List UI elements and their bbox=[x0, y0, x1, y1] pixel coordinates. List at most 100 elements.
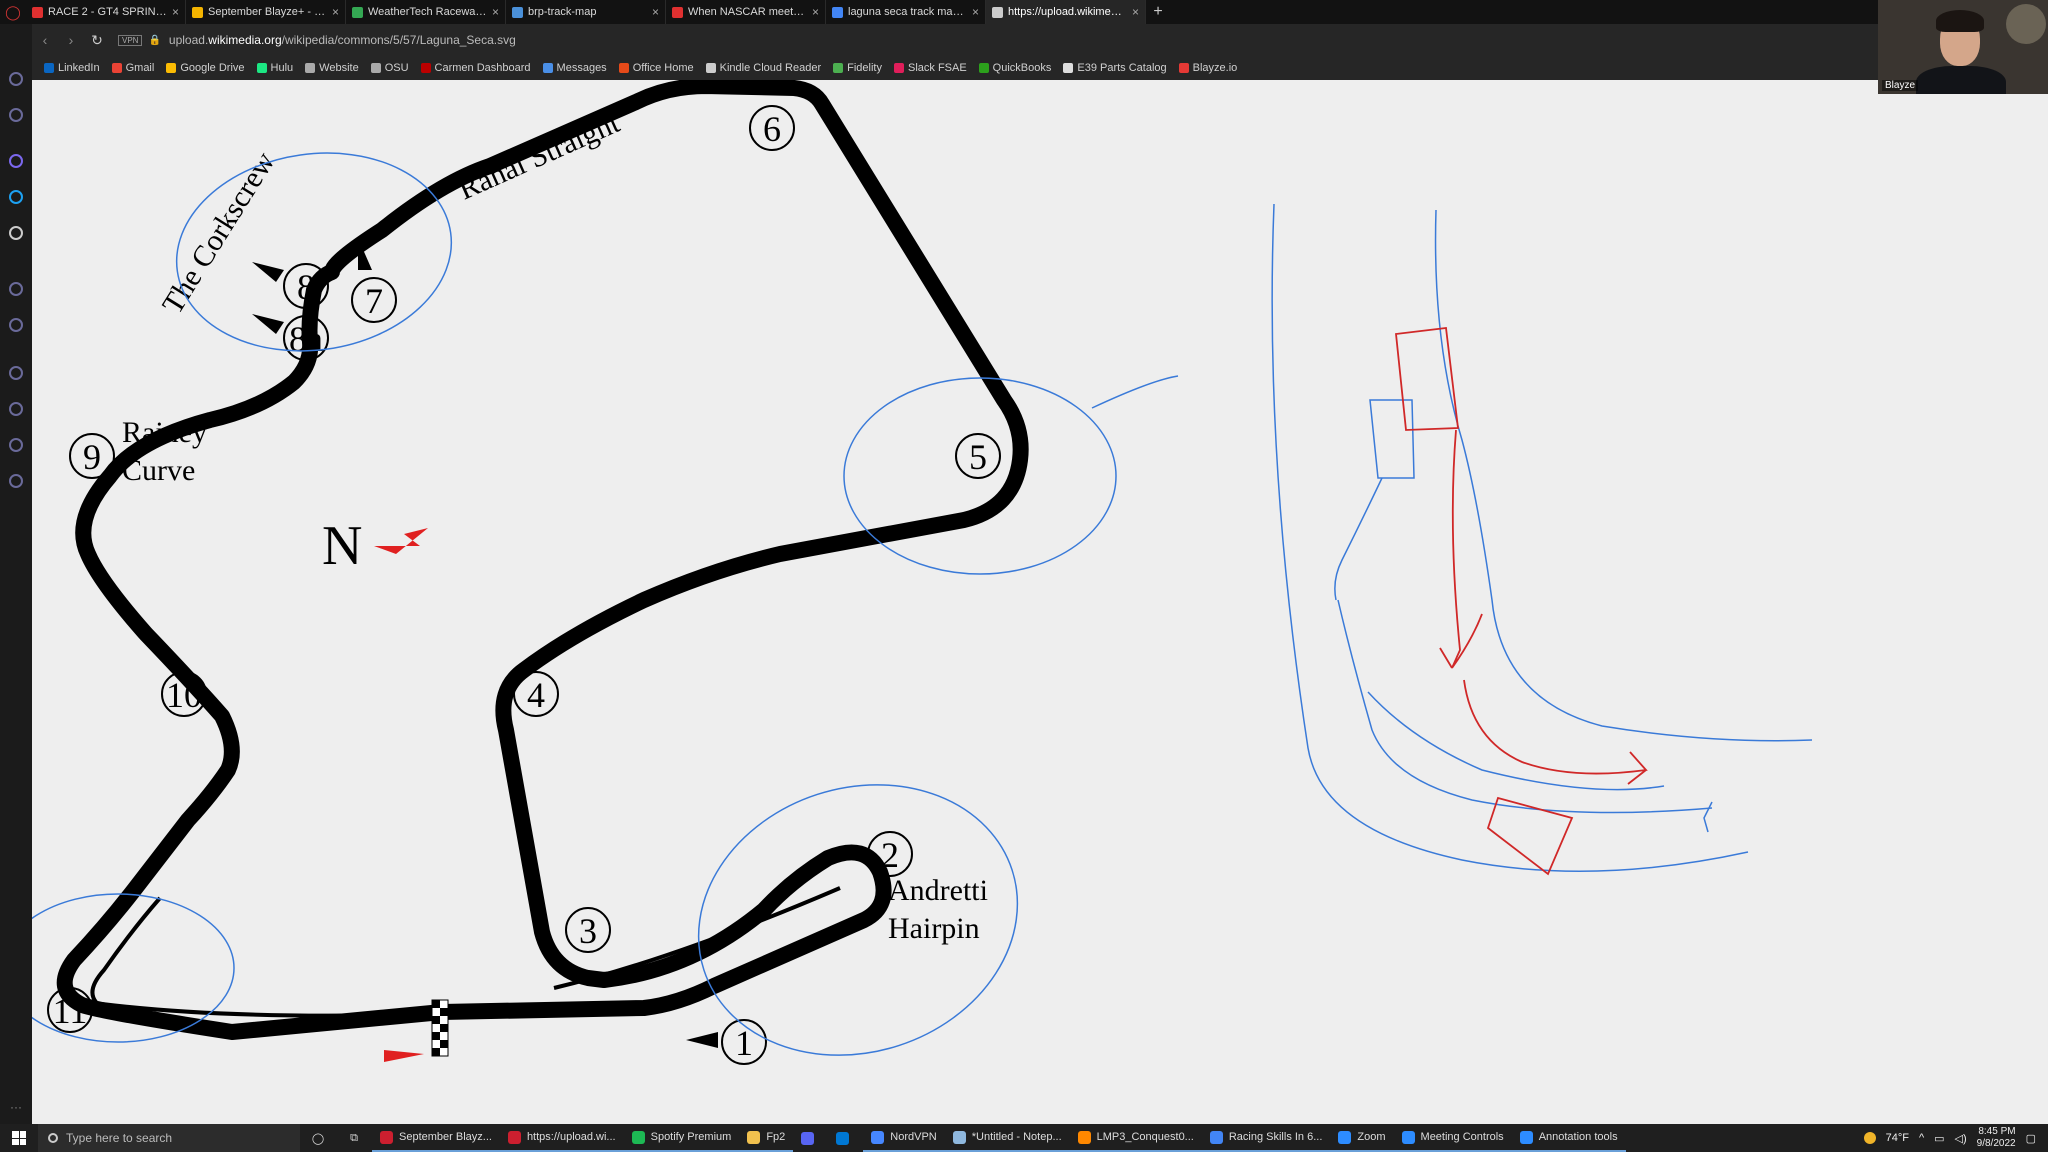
bookmark-label: Blayze.io bbox=[1192, 62, 1238, 74]
taskbar-search[interactable]: Type here to search bbox=[38, 1124, 300, 1152]
url-field[interactable]: upload.wikimedia.org/wikipedia/commons/5… bbox=[169, 33, 516, 47]
sidebar-settings-icon[interactable] bbox=[9, 474, 23, 488]
taskbar-app[interactable]: Fp2 bbox=[739, 1124, 794, 1152]
bookmarks-bar: LinkedIn Gmail Google Drive Hulu Website OSU C… bbox=[32, 56, 2048, 80]
clock[interactable]: 8:45 PM 9/8/2022 bbox=[1977, 1126, 2016, 1150]
opera-logo-icon[interactable]: ◯ bbox=[0, 0, 26, 24]
sidebar-package-icon[interactable] bbox=[9, 438, 23, 452]
taskbar-app[interactable]: *Untitled - Notep... bbox=[944, 1124, 1070, 1152]
taskbar-app-icon bbox=[380, 1130, 393, 1144]
weather-icon[interactable] bbox=[1863, 1132, 1876, 1144]
taskbar-app[interactable] bbox=[793, 1124, 828, 1152]
corner-arrow-8-icon bbox=[252, 262, 284, 282]
bookmark-item[interactable]: Blayze.io bbox=[1178, 62, 1238, 74]
notifications-icon[interactable]: ▢ bbox=[2026, 1132, 2036, 1145]
taskbar-app-icon bbox=[836, 1131, 850, 1145]
taskbar-app[interactable]: Spotify Premium bbox=[623, 1124, 740, 1152]
close-tab-icon[interactable]: × bbox=[652, 5, 659, 19]
bookmark-item[interactable]: LinkedIn bbox=[44, 62, 100, 74]
taskbar-app[interactable]: NordVPN bbox=[863, 1124, 945, 1152]
sidebar-extensions-icon[interactable] bbox=[9, 108, 23, 122]
browser-tab[interactable]: laguna seca track map - Go × bbox=[826, 0, 986, 24]
bookmark-item[interactable]: Office Home bbox=[618, 62, 694, 74]
browser-tab[interactable]: brp-track-map × bbox=[506, 0, 666, 24]
bookmark-item[interactable]: Gmail bbox=[111, 62, 154, 74]
sidebar-history-icon[interactable] bbox=[9, 402, 23, 416]
close-tab-icon[interactable]: × bbox=[1132, 5, 1139, 19]
taskbar-app[interactable]: Meeting Controls bbox=[1393, 1124, 1512, 1152]
weather-temp[interactable]: 74°F bbox=[1886, 1132, 1909, 1144]
cortana-icon[interactable]: ◯ bbox=[300, 1132, 336, 1145]
forward-icon[interactable]: › bbox=[58, 32, 84, 48]
corner-6-label: 6 bbox=[763, 109, 781, 149]
sidebar-messenger-icon[interactable] bbox=[9, 154, 23, 168]
bookmark-label: QuickBooks bbox=[992, 62, 1052, 74]
bookmark-item[interactable]: Messages bbox=[542, 62, 607, 74]
sidebar-chat-icon[interactable] bbox=[9, 226, 23, 240]
close-tab-icon[interactable]: × bbox=[812, 5, 819, 19]
bookmark-item[interactable]: E39 Parts Catalog bbox=[1063, 62, 1167, 74]
start-button[interactable] bbox=[0, 1124, 38, 1152]
bookmark-item[interactable]: Hulu bbox=[256, 62, 293, 74]
corner-5-label: 5 bbox=[969, 437, 987, 477]
taskbar-app-label: *Untitled - Notep... bbox=[971, 1131, 1062, 1143]
bookmark-item[interactable]: Website bbox=[305, 62, 359, 74]
browser-tab[interactable]: RACE 2 - GT4 SPRINTX - RC × bbox=[26, 0, 186, 24]
taskbar-app-icon bbox=[871, 1130, 885, 1144]
close-tab-icon[interactable]: × bbox=[972, 5, 979, 19]
bookmark-item[interactable]: Fidelity bbox=[833, 62, 882, 74]
sidebar-speed-dial-icon[interactable] bbox=[9, 72, 23, 86]
corner-1-label: 1 bbox=[735, 1023, 753, 1063]
sidebar-twitter-icon[interactable] bbox=[9, 190, 23, 204]
close-tab-icon[interactable]: × bbox=[172, 5, 179, 19]
bookmark-icon bbox=[256, 63, 267, 73]
corner-2-label: 2 bbox=[881, 835, 899, 875]
taskbar-app[interactable]: LMP3_Conquest0... bbox=[1069, 1124, 1202, 1152]
browser-tab[interactable]: https://upload.wikimedia.o × bbox=[986, 0, 1146, 24]
browser-tab[interactable]: WeatherTech Raceway Lag × bbox=[346, 0, 506, 24]
lock-icon: 🔒 bbox=[148, 34, 161, 46]
taskbar-app[interactable] bbox=[828, 1124, 863, 1152]
bookmark-item[interactable]: Kindle Cloud Reader bbox=[705, 62, 822, 74]
taskbar-app[interactable]: Zoom bbox=[1330, 1124, 1394, 1152]
sketch-racing-line bbox=[1395, 326, 1648, 876]
address-bar: ‹ › ↻ VPN 🔒 upload.wikimedia.org/wikiped… bbox=[0, 24, 2048, 56]
sidebar-player-icon[interactable] bbox=[9, 282, 23, 296]
network-icon[interactable]: ▭ bbox=[1934, 1132, 1944, 1145]
close-tab-icon[interactable]: × bbox=[332, 5, 339, 19]
bookmark-icon bbox=[44, 63, 54, 73]
new-tab-button[interactable]: + bbox=[1146, 0, 1170, 24]
volume-icon[interactable]: ◁) bbox=[1955, 1132, 1967, 1145]
bookmark-item[interactable]: Google Drive bbox=[166, 62, 245, 74]
tab-strip: ◯ RACE 2 - GT4 SPRINTX - RC×September Bl… bbox=[0, 0, 2048, 24]
taskbar-app[interactable]: Racing Skills In 6... bbox=[1201, 1124, 1331, 1152]
tray-overflow-icon[interactable]: ^ bbox=[1919, 1132, 1924, 1144]
taskbar-app[interactable]: Annotation tools bbox=[1511, 1124, 1626, 1152]
bookmark-label: Kindle Cloud Reader bbox=[719, 62, 822, 74]
browser-tab[interactable]: When NASCAR meets Rain × bbox=[666, 0, 826, 24]
sidebar-snapshot-icon[interactable] bbox=[9, 366, 23, 380]
taskbar-app[interactable]: September Blayz... bbox=[372, 1124, 500, 1152]
reload-icon[interactable]: ↻ bbox=[84, 32, 110, 49]
taskbar-app-icon bbox=[1401, 1130, 1415, 1144]
browser-tab[interactable]: September Blayze+ - Goog × bbox=[186, 0, 346, 24]
bookmark-item[interactable]: Slack FSAE bbox=[893, 62, 967, 74]
vpn-badge[interactable]: VPN bbox=[118, 34, 143, 46]
back-icon[interactable]: ‹ bbox=[32, 32, 58, 48]
sidebar-send-icon[interactable] bbox=[9, 318, 23, 332]
task-view-icon[interactable]: ⧉ bbox=[336, 1132, 372, 1145]
webcam-name-label: Blayze bbox=[1882, 80, 1919, 91]
north-arrow-icon bbox=[374, 528, 428, 554]
tab-title: WeatherTech Raceway Lag bbox=[368, 6, 487, 18]
rahal-straight-label: Rahal Straight bbox=[453, 106, 625, 207]
taskbar-app[interactable]: https://upload.wi... bbox=[499, 1124, 624, 1152]
bookmark-item[interactable]: QuickBooks bbox=[978, 62, 1052, 74]
bookmark-label: Slack FSAE bbox=[907, 62, 967, 74]
close-tab-icon[interactable]: × bbox=[492, 5, 499, 19]
page-content: N 1 2 3 4 5 6 7 8 8a 9 10 11 The Corkscr… bbox=[32, 80, 2048, 1128]
bookmark-item[interactable]: OSU bbox=[370, 62, 409, 74]
sidebar-more-icon[interactable]: ··· bbox=[10, 1100, 22, 1114]
bookmark-icon bbox=[1063, 63, 1074, 73]
bookmark-item[interactable]: Carmen Dashboard bbox=[420, 62, 531, 74]
corkscrew-label: The Corkscrew bbox=[156, 146, 282, 320]
